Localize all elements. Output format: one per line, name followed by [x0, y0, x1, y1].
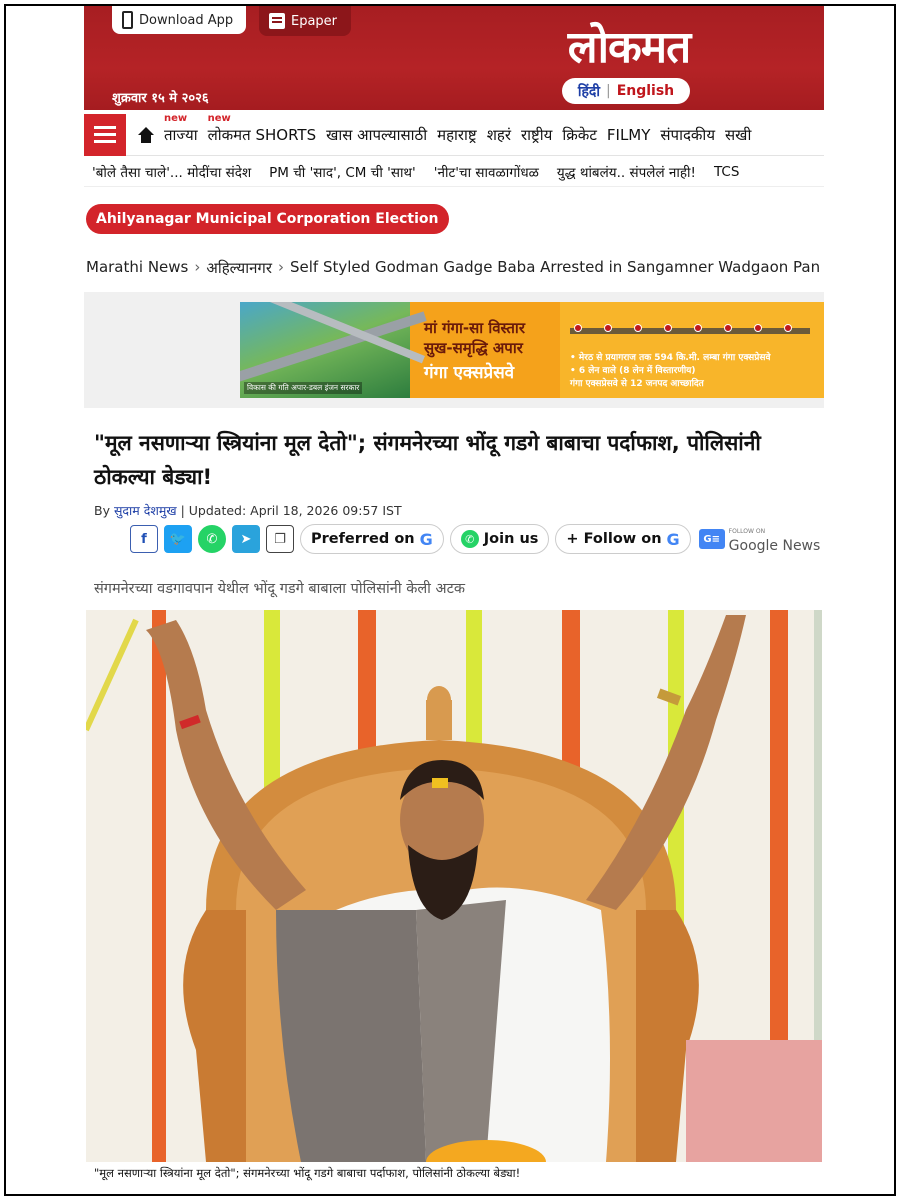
by-label: By	[94, 503, 110, 518]
article-subhead: संगमनेरच्या वडगावपान येथील भोंदू गडगे बा…	[94, 581, 466, 597]
nav-item-label: क्रिकेट	[562, 125, 597, 144]
nav-item-label: शहरं	[486, 125, 512, 144]
nav-item-label: FILMY	[606, 125, 651, 144]
home-icon[interactable]	[138, 126, 154, 143]
ad-banner[interactable]: विकास की गति अपार-डबल इंजन सरकार मां गंग…	[240, 302, 824, 398]
join-us-button[interactable]: ✆ Join us	[449, 524, 550, 554]
follow-label: + Follow on	[566, 531, 662, 547]
google-news-button[interactable]: G≡ FOLLOW ON Google News	[698, 525, 821, 553]
new-badge: new	[207, 112, 231, 124]
newspaper-icon	[269, 13, 285, 29]
article-byline: By सुदाम देशमुख | Updated: April 18, 202…	[94, 502, 402, 519]
browser-viewport: Download App Epaper लोकमत हिंदी | Englis…	[4, 4, 896, 1196]
main-nav: new ताज्या new लोकमत SHORTS खास आपल्यासा…	[84, 113, 824, 156]
nav-item-cities[interactable]: शहरं	[487, 125, 511, 145]
download-app-button[interactable]: Download App	[112, 6, 246, 34]
trending-bar: 'बोले तैसा चाले'... मोदींचा संदेश PM ची …	[84, 157, 824, 187]
trending-link[interactable]: 'बोले तैसा चाले'... मोदींचा संदेश	[92, 163, 251, 181]
nav-item-latest[interactable]: new ताज्या	[164, 113, 198, 145]
nav-item-label: महाराष्ट्र	[437, 125, 477, 144]
nav-item-for-you[interactable]: खास आपल्यासाठी	[326, 125, 427, 145]
nav-item-label: राष्ट्रीय	[521, 125, 553, 144]
google-news-icon: G≡	[698, 529, 725, 549]
epaper-label: Epaper	[291, 13, 338, 29]
nav-item-label: संपादकीय	[660, 125, 716, 144]
breadcrumb-category[interactable]: अहिल्यानगर	[206, 258, 272, 278]
page: Download App Epaper लोकमत हिंदी | Englis…	[84, 6, 824, 1194]
current-date: शुक्रवार १५ मे २०२६	[112, 91, 209, 106]
whatsapp-icon[interactable]: ✆	[198, 525, 226, 553]
google-icon: G	[666, 529, 680, 549]
new-badge: new	[164, 112, 188, 124]
chevron-right-icon: ›	[278, 258, 285, 276]
google-icon: G	[419, 529, 433, 549]
trending-link[interactable]: युद्ध थांबलंय.. संपलेलं नाही!	[557, 163, 696, 181]
ad-expressway-image: विकास की गति अपार-डबल इंजन सरकार	[240, 302, 427, 398]
ad-bullet: • मेरठ से प्रयागराज तक 594 कि.मी. लम्बा …	[570, 353, 771, 363]
photo-illustration	[86, 610, 822, 1162]
photo-caption: "मूल नसणाऱ्या स्त्रियांना मूल देतो"; संग…	[94, 1166, 521, 1180]
nav-item-editorial[interactable]: संपादकीय	[660, 125, 715, 145]
breadcrumb: Marathi News › अहिल्यानगर › Self Styled …	[86, 258, 820, 278]
trending-link[interactable]: TCS	[714, 164, 739, 180]
google-news-label: FOLLOW ON Google News	[729, 525, 821, 553]
ad-details: • मेरठ से प्रयागराज तक 594 कि.मी. लम्बा …	[560, 302, 824, 398]
lang-hindi-link[interactable]: हिंदी	[578, 82, 600, 101]
site-logo[interactable]: लोकमत	[514, 20, 744, 76]
nav-item-maharashtra[interactable]: महाराष्ट्र	[437, 125, 477, 145]
chevron-right-icon: ›	[194, 258, 201, 276]
site-header: Download App Epaper लोकमत हिंदी | Englis…	[84, 6, 824, 110]
nav-item-label: लोकमत SHORTS	[207, 125, 317, 144]
ad-line-3: गंगा एक्सप्रेसवे	[424, 362, 515, 383]
download-app-label: Download App	[139, 12, 234, 28]
copy-link-icon[interactable]: ❐	[266, 525, 294, 553]
whatsapp-icon: ✆	[460, 530, 479, 548]
nav-item-cricket[interactable]: क्रिकेट	[562, 125, 597, 145]
telegram-icon[interactable]: ➤	[232, 525, 260, 553]
updated-time: | Updated: April 18, 2026 09:57 IST	[180, 503, 402, 518]
ad-left-caption: विकास की गति अपार-डबल इंजन सरकार	[244, 382, 363, 394]
twitter-icon[interactable]: 🐦	[164, 525, 192, 553]
nav-item-label: सखी	[725, 125, 752, 144]
follow-on-google-button[interactable]: + Follow on G	[555, 524, 691, 554]
lang-separator: |	[605, 83, 611, 99]
ad-slogan: मां गंगा-सा विस्तार सुख-समृद्धि अपार गंग…	[410, 302, 560, 398]
follow-on-small: FOLLOW ON	[728, 528, 766, 535]
nav-item-label: ताज्या	[164, 125, 198, 144]
article-photo[interactable]	[86, 610, 822, 1162]
facebook-icon[interactable]: f	[130, 525, 158, 553]
breadcrumb-current: Self Styled Godman Gadge Baba Arrested i…	[290, 258, 821, 276]
trending-link[interactable]: PM ची 'साद', CM ची 'साथ'	[269, 163, 416, 181]
nav-item-national[interactable]: राष्ट्रीय	[521, 125, 552, 145]
nav-item-filmy[interactable]: FILMY	[607, 126, 651, 144]
ad-line-1: मां गंगा-सा विस्तार	[424, 318, 525, 337]
preferred-on-google-button[interactable]: Preferred on G	[300, 524, 444, 554]
language-switcher: हिंदी | English	[562, 78, 690, 104]
breadcrumb-home[interactable]: Marathi News	[86, 258, 188, 278]
epaper-button[interactable]: Epaper	[259, 6, 351, 36]
join-label: Join us	[483, 531, 539, 547]
nav-item-sakhi[interactable]: सखी	[725, 125, 751, 145]
share-row: f 🐦 ✆ ➤ ❐ Preferred on G ✆ Join us + Fol…	[130, 524, 820, 554]
google-news-text: Google News	[728, 538, 821, 554]
ad-slot: विकास की गति अपार-डबल इंजन सरकार मां गंग…	[84, 292, 824, 408]
menu-icon[interactable]	[84, 113, 126, 156]
ad-line-2: सुख-समृद्धि अपार	[424, 338, 523, 357]
ad-bullet: गंगा एक्सप्रेसवे से 12 जनपद आच्छादित	[570, 379, 704, 389]
ad-bullet: • 6 लेन वाले (8 लेन में विस्तारणीय)	[570, 366, 696, 376]
phone-icon	[122, 11, 133, 29]
author-link[interactable]: सुदाम देशमुख	[114, 503, 177, 518]
article-headline: "मूल नसणाऱ्या स्त्रियांना मूल देतो"; संग…	[94, 431, 761, 489]
nav-item-label: खास आपल्यासाठी	[326, 125, 428, 144]
preferred-label: Preferred on	[311, 531, 415, 547]
lang-english-link[interactable]: English	[617, 83, 674, 99]
trending-link[interactable]: 'नीट'चा सावळागोंधळ	[434, 163, 539, 181]
nav-item-shorts[interactable]: new लोकमत SHORTS	[207, 113, 317, 145]
topic-tag[interactable]: Ahilyanagar Municipal Corporation Electi…	[86, 204, 449, 234]
